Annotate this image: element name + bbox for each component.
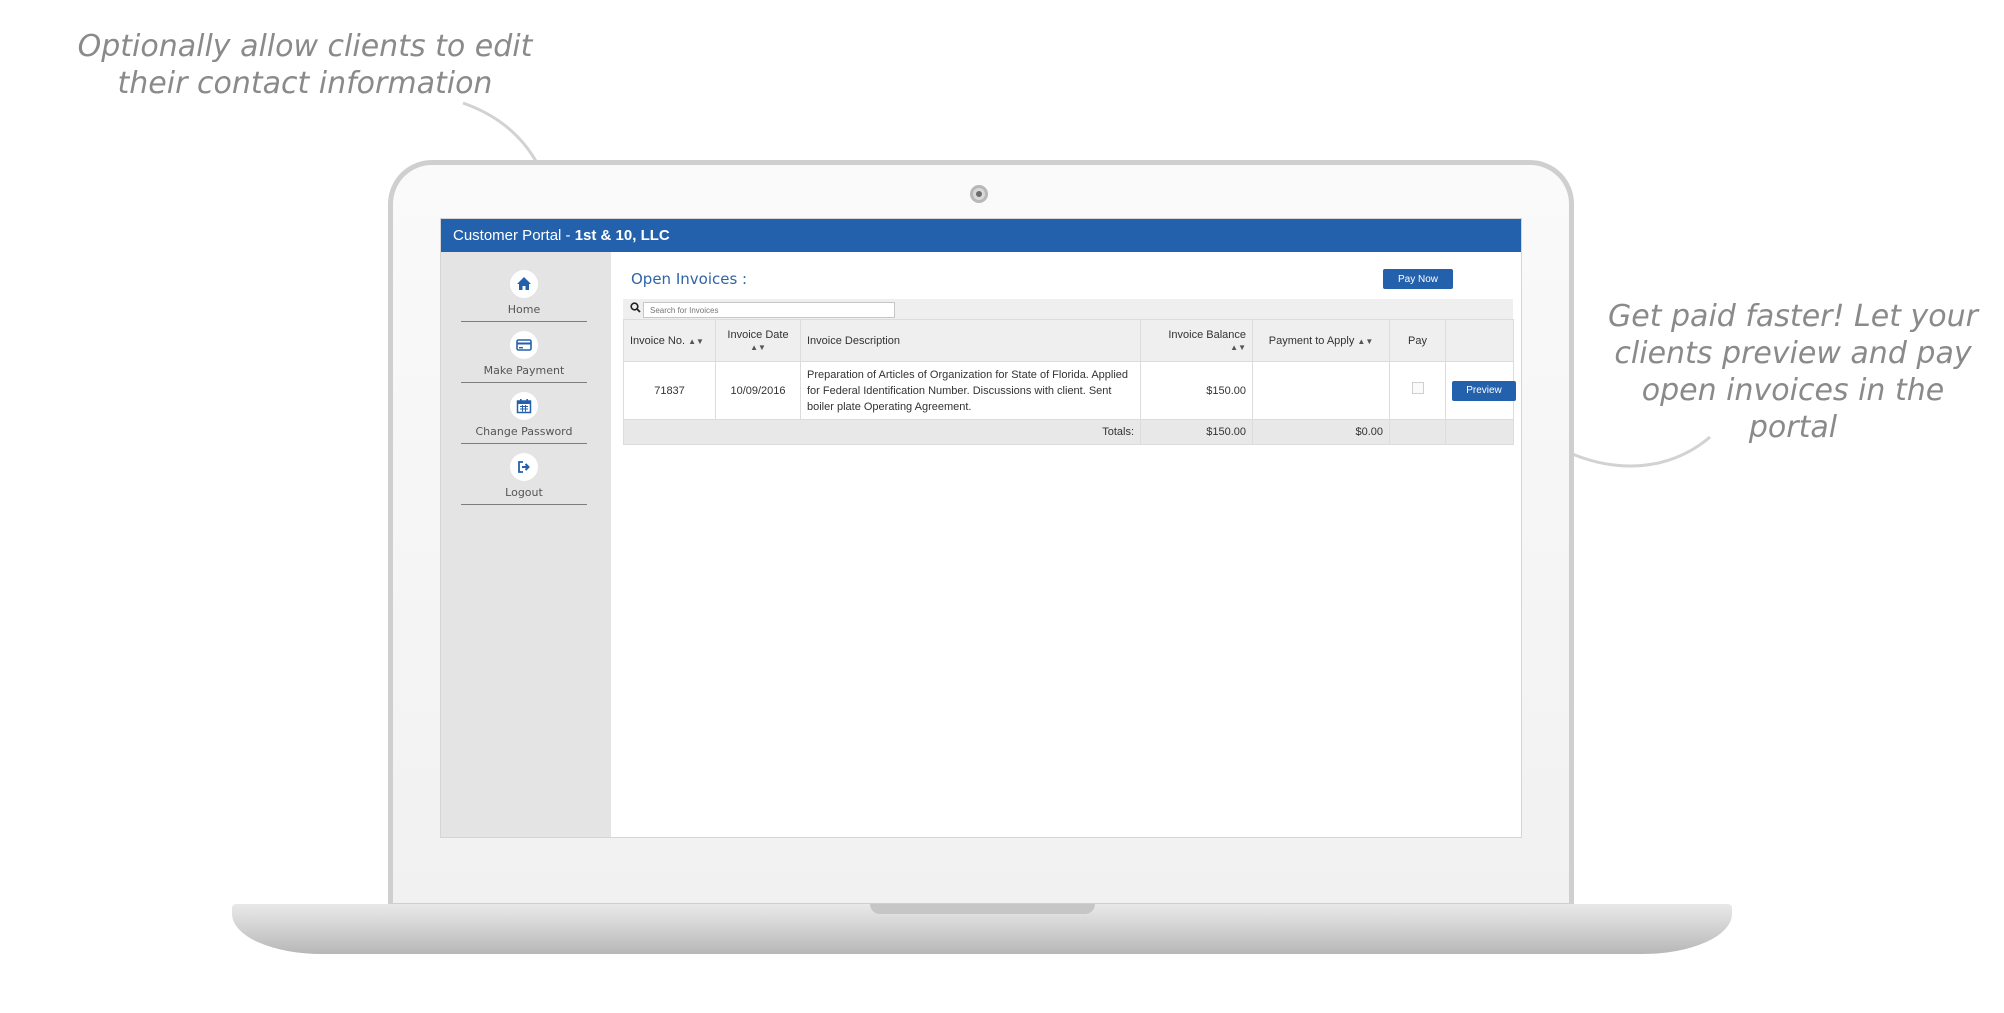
sidebar-item-make-payment[interactable]: Make Payment [461,323,587,383]
laptop-notch [870,904,1095,914]
callout-pay-invoices: Get paid faster! Let your clients previe… [1608,299,1978,445]
header-pay: Pay [1389,319,1446,362]
header-description: Invoice Description [800,319,1141,362]
invoices-table: Invoice No. ▲▼ Invoice Date ▲▼ Invoice De… [623,319,1516,445]
totals-payment: $0.00 [1252,419,1390,445]
sidebar-item-home[interactable]: Home [461,262,587,322]
preview-button[interactable]: Preview [1452,380,1516,401]
webcam [970,185,988,203]
cell-pay [1389,361,1446,420]
sidebar-item-label: Make Payment [483,364,565,377]
totals-label: Totals: [623,419,1141,445]
header-invoice-no[interactable]: Invoice No. ▲▼ [623,319,716,362]
header-invoice-balance[interactable]: Invoice Balance ▲▼ [1140,319,1253,362]
calendar-icon [510,392,538,420]
cell-invoice-no: 71837 [623,361,716,420]
portal-screen: Customer Portal - 1st & 10, LLC Home Mak… [440,218,1522,838]
totals-balance: $150.00 [1140,419,1253,445]
logout-icon [510,453,538,481]
pay-checkbox[interactable] [1411,382,1424,394]
totals-empty [1445,419,1514,445]
credit-card-icon [510,331,538,359]
sidebar-item-label: Change Password [475,425,573,438]
sort-icon: ▲▼ [750,342,766,352]
home-icon [510,270,538,298]
pay-now-button[interactable]: Pay Now [1383,269,1453,289]
search-icon [630,302,641,316]
header-actions [1445,319,1514,362]
sidebar: Home Make Payment Change Password Logout [441,252,611,837]
header-invoice-date[interactable]: Invoice Date ▲▼ [715,319,801,362]
table-header-row: Invoice No. ▲▼ Invoice Date ▲▼ Invoice De… [623,319,1514,362]
table-row: 71837 10/09/2016 Preparation of Articles… [623,361,1516,420]
cell-invoice-date: 10/09/2016 [715,361,801,420]
callout-edit-contact: Optionally allow clients to edit their c… [77,29,533,101]
header-payment-to-apply[interactable]: Payment to Apply ▲▼ [1252,319,1390,362]
cell-description: Preparation of Articles of Organization … [800,361,1141,420]
company-name: 1st & 10, LLC [574,227,670,244]
cell-payment-to-apply[interactable] [1252,361,1390,420]
page-title: Open Invoices : [631,270,748,288]
totals-empty [1389,419,1446,445]
cell-balance: $150.00 [1140,361,1253,420]
cell-actions: Preview [1445,361,1516,420]
sidebar-item-logout[interactable]: Logout [461,445,587,505]
portal-header: Customer Portal - 1st & 10, LLC [441,219,1521,252]
search-input[interactable] [643,302,895,318]
sort-icon: ▲▼ [1357,336,1374,346]
sort-icon: ▲▼ [688,336,704,346]
search-bar [623,299,1513,319]
sidebar-item-label: Home [507,303,541,316]
portal-label: Customer Portal - [453,227,575,244]
sort-icon: ▲▼ [1230,342,1246,352]
sidebar-item-change-password[interactable]: Change Password [461,384,587,444]
main-content: Open Invoices : Pay Now Invoice No. ▲▼ I… [621,252,1516,837]
totals-row: Totals: $150.00 $0.00 [623,419,1514,445]
sidebar-item-label: Logout [505,486,543,499]
